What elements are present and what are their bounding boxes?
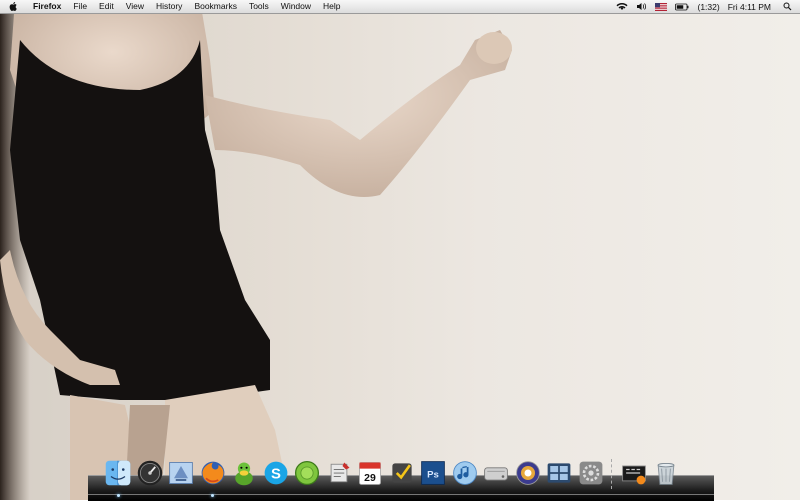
growl-icon[interactable] — [292, 457, 322, 489]
desktop-wallpaper — [0, 0, 512, 500]
menu-view[interactable]: View — [120, 0, 150, 13]
dock: S 29 Ps — [88, 457, 714, 501]
firefox-icon[interactable] — [198, 457, 228, 497]
spaces-icon[interactable] — [544, 457, 574, 489]
photoshop-label: Ps — [427, 469, 439, 480]
itunes-icon[interactable] — [450, 457, 480, 489]
running-indicator — [116, 494, 120, 497]
trash-icon[interactable] — [651, 457, 681, 489]
things-icon[interactable] — [387, 457, 417, 489]
adium-icon[interactable] — [229, 457, 259, 489]
menu-window[interactable]: Window — [275, 0, 317, 13]
volume-icon[interactable] — [636, 2, 647, 11]
running-indicator — [211, 494, 214, 497]
ical-icon[interactable]: 29 — [355, 457, 385, 489]
disk-utility-icon[interactable] — [481, 457, 511, 489]
desktop — [0, 0, 800, 500]
menu-extras: (1:32) Fri 4:11 PM — [612, 0, 800, 13]
skype-icon[interactable]: S — [261, 457, 291, 489]
dock-separator — [611, 459, 615, 489]
menu-app-name[interactable]: Firefox — [27, 0, 67, 13]
menu-bar: Firefox File Edit View History Bookmarks… — [0, 0, 800, 14]
dashboard-icon[interactable] — [135, 457, 165, 489]
us-flag-icon[interactable] — [655, 2, 668, 11]
battery-time[interactable]: (1:32) — [697, 2, 719, 12]
menu-clock[interactable]: Fri 4:11 PM — [728, 2, 771, 12]
spotlight-icon[interactable] — [783, 2, 792, 11]
dock-icons: S 29 Ps — [103, 457, 682, 497]
ical-date: 29 — [364, 472, 376, 484]
system-preferences-icon[interactable] — [576, 457, 606, 489]
menu-bookmarks[interactable]: Bookmarks — [188, 0, 243, 13]
photoshop-icon[interactable]: Ps — [418, 457, 448, 489]
svg-text:S: S — [271, 466, 281, 482]
ilife-media-icon[interactable] — [513, 457, 543, 489]
apple-menu-icon[interactable] — [9, 1, 19, 13]
wifi-icon[interactable] — [616, 2, 628, 11]
script-editor-icon[interactable] — [324, 457, 354, 489]
battery-icon[interactable] — [675, 3, 689, 11]
menu-edit[interactable]: Edit — [93, 0, 120, 13]
finder-icon[interactable] — [103, 457, 133, 497]
menu-file[interactable]: File — [67, 0, 93, 13]
menu-tools[interactable]: Tools — [243, 0, 275, 13]
downloads-stack-icon[interactable] — [619, 457, 649, 489]
mail-icon[interactable] — [166, 457, 196, 489]
menu-help[interactable]: Help — [317, 0, 346, 13]
menu-history[interactable]: History — [150, 0, 188, 13]
